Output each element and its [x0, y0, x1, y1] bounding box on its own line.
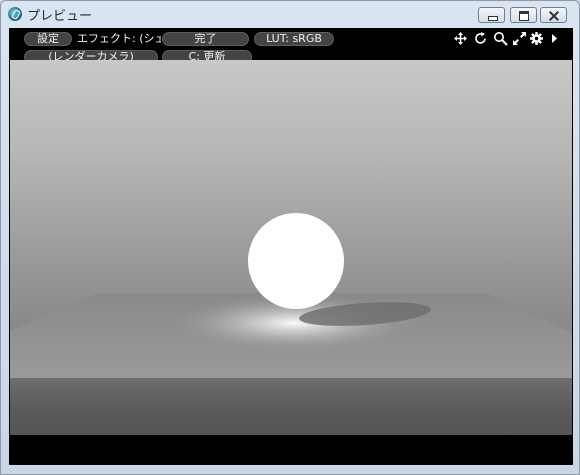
- rotate-icon[interactable]: [473, 31, 488, 46]
- move-icon[interactable]: [453, 31, 468, 46]
- effect-dropdown[interactable]: エフェクト: (シェ...: [77, 32, 161, 46]
- minimize-button[interactable]: [478, 7, 505, 23]
- sphere-object: [248, 213, 344, 309]
- render-viewport[interactable]: [10, 60, 572, 435]
- maximize-icon[interactable]: [512, 31, 527, 46]
- play-icon[interactable]: [547, 31, 562, 46]
- lut-dropdown[interactable]: LUT: sRGB: [254, 32, 334, 46]
- gear-icon[interactable]: [529, 31, 544, 46]
- preview-area: 設定 エフェクト: (シェ... 完了 LUT: sRGB (レンダーカメラ) …: [9, 28, 573, 465]
- zoom-icon[interactable]: [493, 31, 508, 46]
- app-icon: [8, 7, 22, 21]
- window-title: プレビュー: [27, 9, 93, 24]
- title-bar[interactable]: プレビュー: [1, 1, 579, 27]
- preview-window: プレビュー 設定 エフェクト: (シェ... 完了 LUT: sRGB (レンダ…: [0, 0, 580, 475]
- maximize-button[interactable]: [510, 7, 537, 23]
- done-button[interactable]: 完了: [162, 32, 249, 46]
- settings-button[interactable]: 設定: [24, 32, 72, 46]
- close-button[interactable]: [540, 7, 567, 23]
